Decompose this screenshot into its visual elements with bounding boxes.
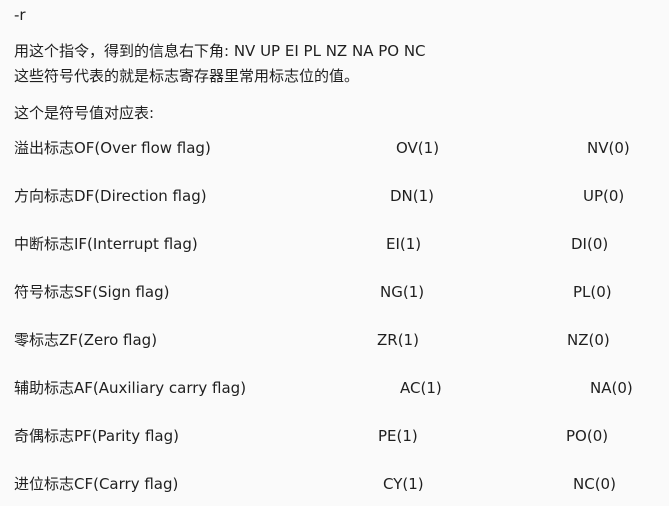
flag-name: 符号标志SF(Sign flag) (14, 283, 170, 301)
flag-set-value: NG(1) (380, 283, 425, 301)
flag-clear-value: PO(0) (566, 427, 609, 445)
flag-clear-value: NV(0) (587, 139, 630, 157)
flag-row-pf: 奇偶标志PF(Parity flag) PE(1) PO(0) (0, 425, 669, 447)
flag-clear-value: UP(0) (583, 187, 625, 205)
flag-row-cf: 进位标志CF(Carry flag) CY(1) NC(0) (0, 473, 669, 495)
flag-clear-value: PL(0) (573, 283, 612, 301)
flag-set-value: ZR(1) (377, 331, 419, 349)
flag-row-sf: 符号标志SF(Sign flag) NG(1) PL(0) (0, 281, 669, 303)
command-text: -r (14, 6, 26, 24)
flag-clear-value: NC(0) (573, 475, 616, 493)
document-page: -r 用这个指令，得到的信息右下角: NV UP EI PL NZ NA PO … (0, 0, 669, 506)
flag-name: 溢出标志OF(Over flow flag) (14, 139, 211, 157)
flag-name: 辅助标志AF(Auxiliary carry flag) (14, 379, 247, 397)
flag-set-value: OV(1) (396, 139, 440, 157)
flag-row-af: 辅助标志AF(Auxiliary carry flag) AC(1) NA(0) (0, 377, 669, 399)
flag-row-zf: 零标志ZF(Zero flag) ZR(1) NZ(0) (0, 329, 669, 351)
flag-name: 进位标志CF(Carry flag) (14, 475, 179, 493)
flag-set-value: DN(1) (390, 187, 435, 205)
flag-clear-value: NZ(0) (567, 331, 610, 349)
intro-line-1: 用这个指令，得到的信息右下角: NV UP EI PL NZ NA PO NC (14, 42, 426, 60)
flag-clear-value: DI(0) (571, 235, 609, 253)
flag-row-df: 方向标志DF(Direction flag) DN(1) UP(0) (0, 185, 669, 207)
flag-name: 中断标志IF(Interrupt flag) (14, 235, 198, 253)
flag-row-of: 溢出标志OF(Over flow flag) OV(1) NV(0) (0, 137, 669, 159)
flag-set-value: EI(1) (386, 235, 422, 253)
flag-set-value: AC(1) (400, 379, 442, 397)
table-caption: 这个是符号值对应表: (14, 104, 155, 122)
flag-set-value: PE(1) (378, 427, 418, 445)
flag-name: 方向标志DF(Direction flag) (14, 187, 207, 205)
flag-row-if: 中断标志IF(Interrupt flag) EI(1) DI(0) (0, 233, 669, 255)
flag-set-value: CY(1) (383, 475, 424, 493)
intro-line-2: 这些符号代表的就是标志寄存器里常用标志位的值。 (14, 67, 360, 85)
flag-name: 零标志ZF(Zero flag) (14, 331, 158, 349)
flag-name: 奇偶标志PF(Parity flag) (14, 427, 179, 445)
flag-clear-value: NA(0) (590, 379, 633, 397)
